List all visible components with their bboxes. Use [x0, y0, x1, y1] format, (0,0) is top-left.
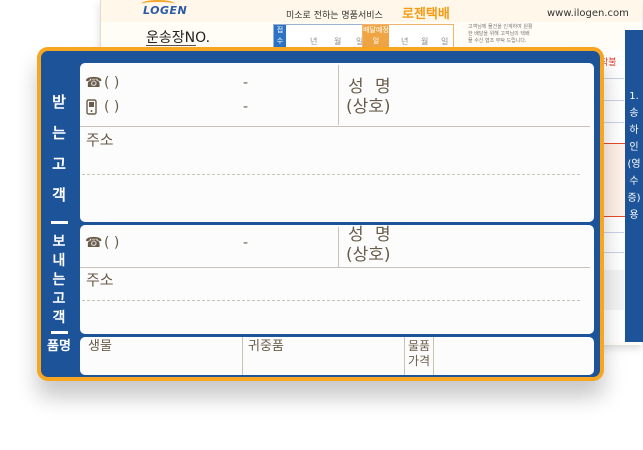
telephone-icon: ☎ — [85, 75, 103, 91]
address-guide-line — [82, 174, 580, 175]
telephone-icon: ☎ — [85, 235, 103, 251]
brand-name: 로젠택배 — [402, 7, 450, 22]
receiver-address-label: 주소 — [86, 131, 114, 149]
receiver-panel: ☎ ( ) - ( ) - 성 명 (상호) 주소 — [80, 63, 594, 222]
date-year: 년 — [310, 37, 318, 46]
waybill-underline — [146, 45, 196, 46]
date-day: 일 — [441, 37, 449, 46]
sender-phone-field[interactable]: ( ) — [104, 235, 119, 251]
item-price-label: 물품 가격 — [408, 339, 431, 368]
address-guide-line — [82, 300, 580, 301]
delivery-note: 고객님께 물건을 인계하여 원활한 배달을 위해 고객님의 택배물 수신 협조 … — [468, 24, 533, 44]
item-divider — [433, 337, 434, 375]
section-divider — [51, 221, 68, 224]
valuables-label: 귀중품 — [248, 339, 284, 354]
date-month: 월 — [421, 37, 429, 46]
name-divider — [338, 227, 339, 267]
slogan: 미소로 전하는 명품서비스 — [286, 11, 383, 21]
receiver-name-label: 성 명 — [348, 77, 394, 97]
sender-section-label: 보내는고객 — [52, 234, 66, 326]
delivery-date-box: 배달예정일 년 월 일 — [362, 24, 454, 48]
perishable-label: 생물 — [88, 339, 112, 354]
address-divider — [80, 267, 590, 268]
name-divider — [338, 65, 339, 125]
receiver-section-label: 받는고객 — [52, 93, 66, 204]
receiver-address-field[interactable] — [180, 143, 580, 173]
date-month: 월 — [334, 37, 342, 46]
date-year: 년 — [401, 37, 409, 46]
section-divider — [51, 331, 68, 334]
delivery-tag: 배달예정일 — [363, 25, 389, 47]
sender-address-label: 주소 — [86, 271, 114, 289]
phone-dash: - — [243, 75, 249, 91]
sender-name-label: 성 명 — [348, 225, 394, 245]
website-url: www.ilogen.com — [547, 8, 629, 19]
receiver-company-label: (상호) — [346, 97, 391, 117]
logen-logo: LOGEN — [143, 4, 188, 17]
receipt-tag: 접수 — [274, 25, 286, 47]
item-panel: 생물 귀중품 물품 가격 — [80, 337, 594, 375]
item-divider — [242, 337, 243, 375]
shipping-label-card: 받는고객 보내는고객 품명 ☎ ( ) - ( ) - 성 명 (상호) 주소 … — [37, 47, 604, 381]
waybill-number-label: 운송장NO. — [146, 30, 211, 46]
receiver-phone-field[interactable]: ( ) — [104, 75, 119, 91]
sender-address-field[interactable] — [180, 275, 580, 299]
mobile-dash: - — [243, 99, 249, 115]
item-divider — [404, 337, 405, 375]
address-divider — [80, 126, 590, 127]
receiver-mobile-field[interactable]: ( ) — [104, 99, 119, 115]
sender-panel: ☎ ( ) - 성 명 (상호) 주소 — [80, 225, 594, 334]
mobile-phone-icon — [86, 99, 97, 119]
sender-company-label: (상호) — [346, 245, 391, 265]
phone-dash: - — [243, 235, 249, 251]
item-section-label: 품명 — [47, 339, 71, 354]
side-vertical-text: 1. 송 하 인 (영수증) 용 — [627, 91, 641, 221]
